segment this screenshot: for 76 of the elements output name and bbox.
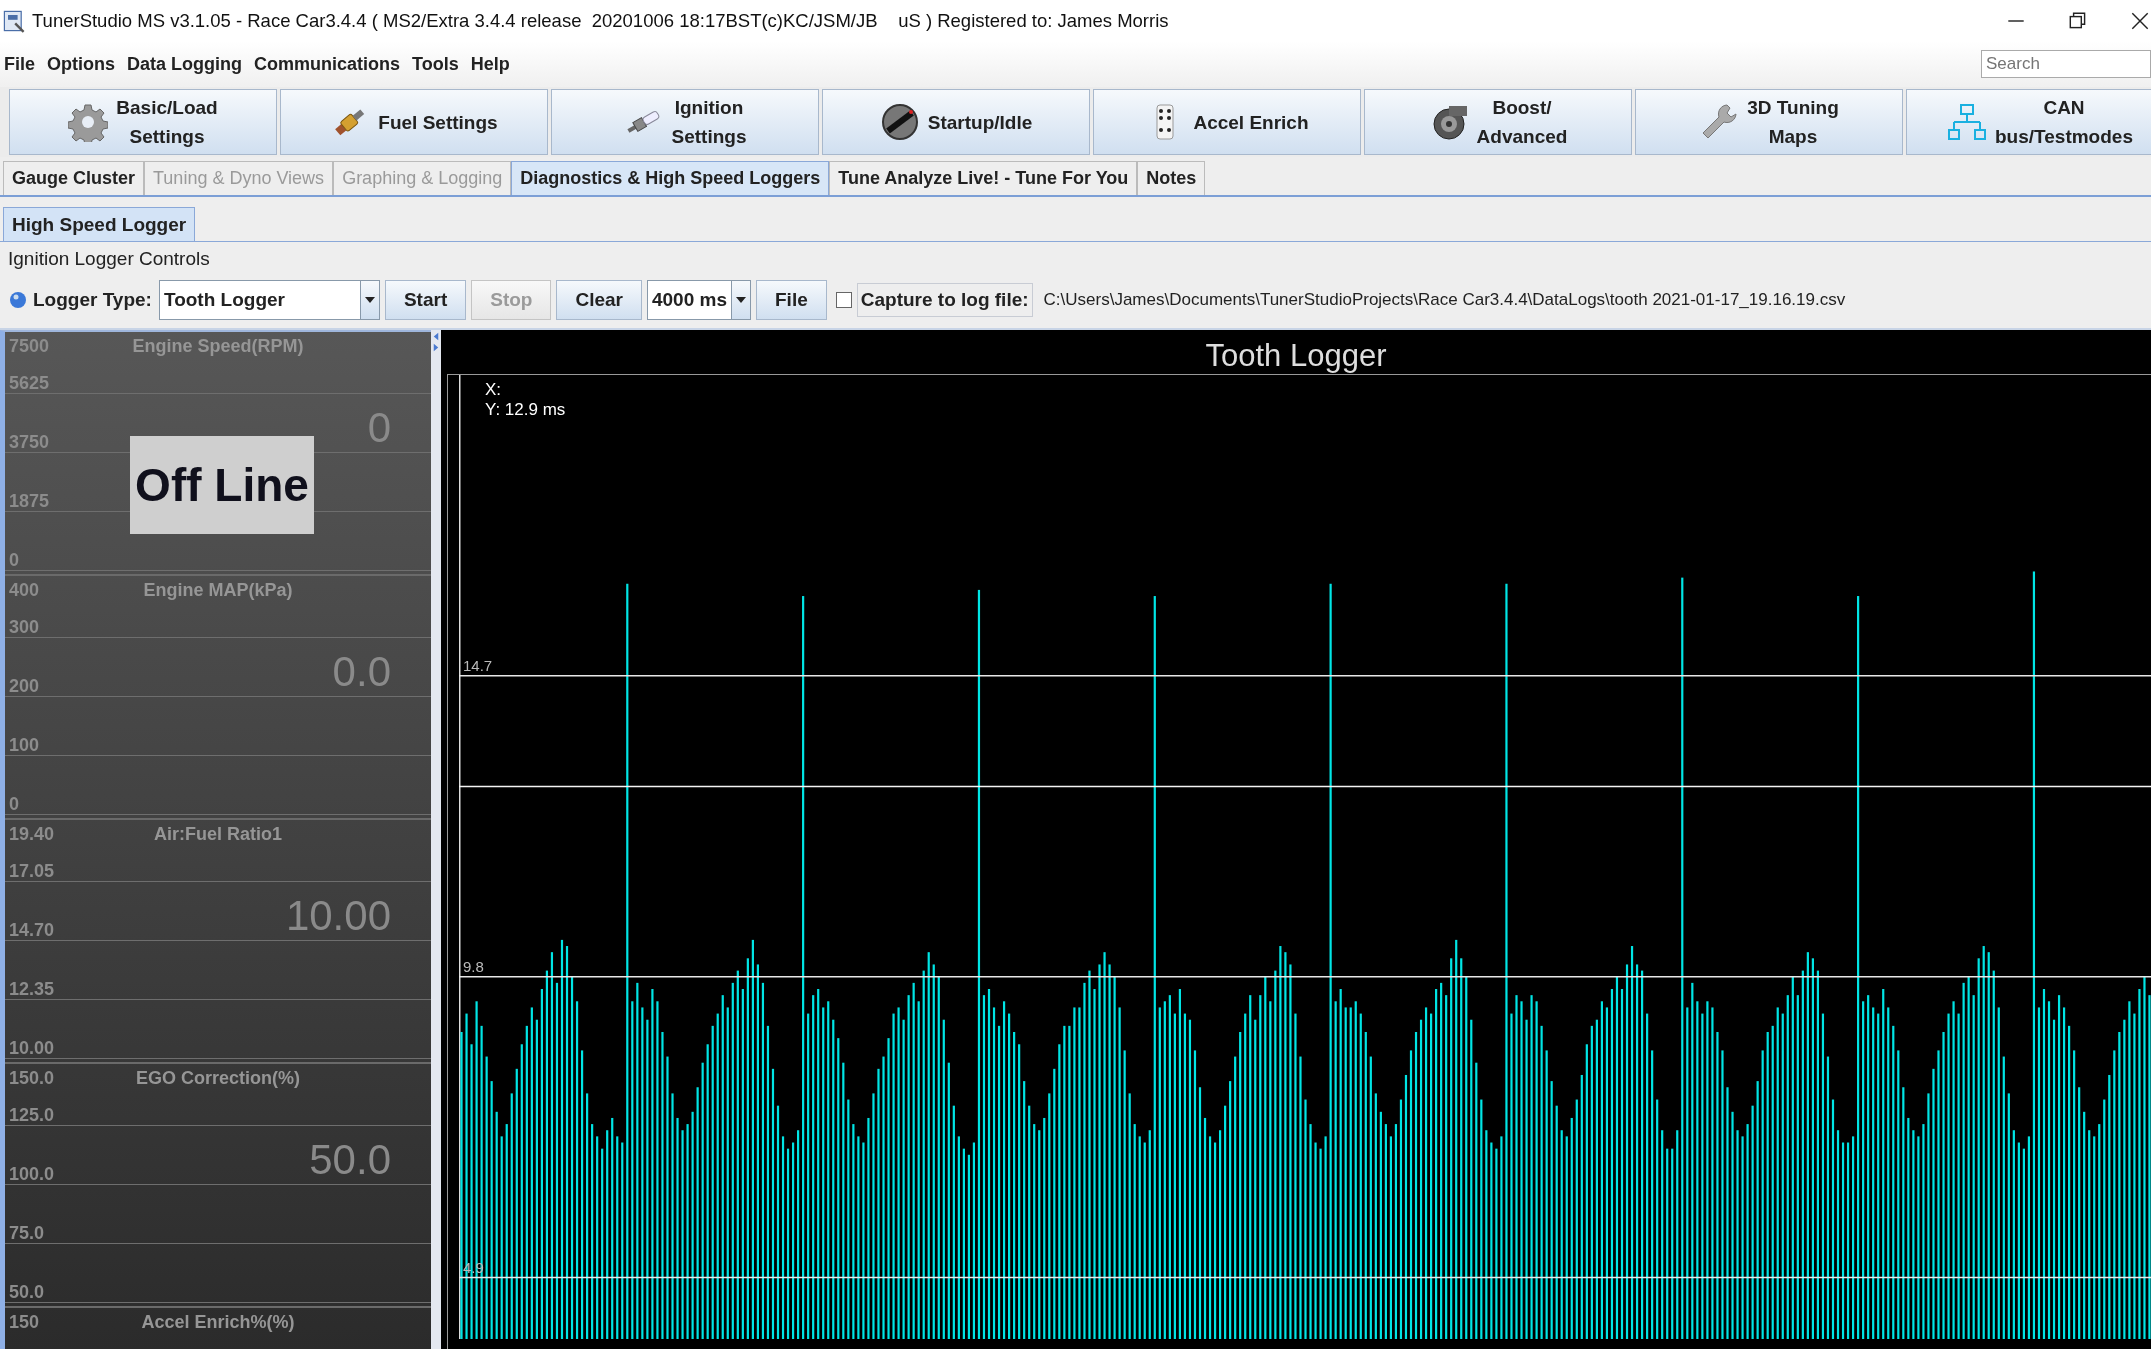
gauge-value: 50.0 [309,1136,391,1184]
scale-label: 3750 [9,432,50,452]
scale-label: 300 [9,617,40,637]
scale-label: 75.0 [9,1223,45,1243]
toolbar-button[interactable]: CAN bus/Testmodes [1906,89,2151,155]
menu-item[interactable]: Help [470,53,510,75]
menu-item[interactable]: Tools [412,53,459,75]
gauge-value: 0.0 [332,648,391,696]
menu-item[interactable]: Options [47,53,115,75]
scale-label: 100 [9,735,40,755]
help-icon[interactable] [8,290,28,310]
tab[interactable]: Diagnostics & High Speed Loggers [511,161,830,195]
tick-label: 4.9 [463,1258,484,1276]
network-icon [1947,102,1987,142]
collapse-right-icon[interactable] [433,343,439,352]
caret-icon [736,297,746,303]
window-title: TunerStudio MS v3.1.05 - Race Car3.4.4 ( MS2/Extra 3.4.4 release 20201006 18:17BST(c)KC/JSM/JB uS ) Registered to: James Morris [32,9,1169,32]
toolbar-button[interactable]: Accel Enrich [1093,89,1361,155]
scale-label: 10.00 [9,1038,55,1058]
field-label: Logger Type: [33,289,152,311]
action-button[interactable]: Clear [556,280,642,320]
cursor-x-readout: X: [485,380,503,400]
toolbar-button[interactable]: Basic/Load Settings [9,89,277,155]
toolbar-button[interactable]: 3D Tuning Maps [1635,89,1903,155]
scale-label: 125.0 [9,1105,55,1125]
scale-label: 150.0 [9,1068,55,1088]
scale-label: 12.35 [9,979,55,999]
tick-label: 14.7 [463,656,493,674]
collapse-left-icon[interactable] [433,332,439,341]
toolbar-button[interactable]: Fuel Settings [280,89,548,155]
cursor-y-readout: Y: 12.9 ms [485,400,566,420]
scale-label: 200 [9,676,40,696]
scale-label: 400 [9,580,40,600]
scale-label: 0 [9,550,19,570]
dial-icon [879,102,920,142]
chart-title: Tooth Logger [1205,338,1387,374]
tab[interactable]: Tune Analyze Live! - Tune For You [829,161,1138,195]
scale-label: 1875 [9,491,50,511]
app-icon [2,8,26,33]
scale-label: 50.0 [9,1282,45,1302]
toolbar-button[interactable]: Boost/ Advanced [1364,89,1632,155]
log-file-path: C:\Users\James\Documents\TunerStudioProjects\Race Car3.4.4\DataLogs\tooth 2021-01-17_19.16.19.csv [1043,290,1846,310]
duration-dropdown[interactable]: 4000 ms [647,280,751,320]
gauge-title: Engine MAP(kPa) [143,580,293,601]
group-title: Ignition Logger Controls [8,248,211,270]
scale-label: 14.70 [9,920,55,940]
menu-item[interactable]: Communications [254,53,401,75]
checkbox-label[interactable]: Capture to log file: [856,283,1033,317]
scale-label: 100.0 [9,1164,55,1184]
toolbar-button[interactable]: Startup/Idle [822,89,1090,155]
gauge-title: EGO Correction(%) [136,1068,300,1089]
logger-type-dropdown[interactable]: Tooth Logger [158,280,380,320]
tab[interactable]: Gauge Cluster [3,161,145,195]
action-button[interactable]: Start [384,280,467,320]
gauge-title: Accel Enrich%(%) [141,1312,295,1333]
gear-icon [68,102,109,142]
file-button[interactable]: File [756,280,827,320]
menu-item[interactable]: Data Logging [127,53,242,75]
gauge-value: 10.00 [285,892,391,940]
menu-item[interactable]: File [4,53,35,75]
scale-label: 0 [9,794,19,814]
search-field[interactable]: Search [1981,50,2151,78]
checkbox[interactable] [835,292,852,308]
scale-label: 150 [9,1312,40,1332]
scale-label: 5625 [9,373,50,393]
gauge-value: 0 [367,404,391,452]
toolbar-button[interactable]: Ignition Settings [551,89,819,155]
scale-label: 17.05 [9,861,55,881]
gauge-title: Engine Speed(RPM) [132,336,304,357]
tab[interactable]: High Speed Logger [3,207,196,241]
tab[interactable]: Notes [1137,161,1206,195]
scale-label: 19.40 [9,824,55,844]
caret-icon [364,297,375,303]
tick-label: 9.8 [463,957,484,975]
gauge-title: Air:Fuel Ratio1 [154,824,282,845]
offline-label: Off Line [130,436,314,534]
